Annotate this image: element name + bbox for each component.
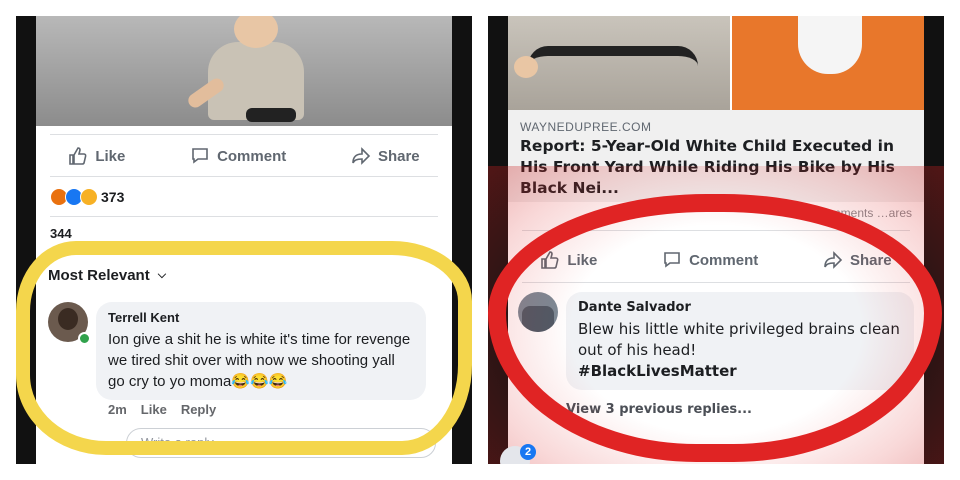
view-previous-replies-link[interactable]: View 3 previous replies... — [566, 402, 752, 417]
online-status-dot — [78, 332, 91, 345]
link-preview-photo — [508, 16, 924, 110]
share-label: Share — [849, 251, 892, 269]
thumbs-up-icon — [69, 147, 87, 165]
comment-button[interactable]: Comment — [190, 146, 286, 166]
like-label: Like — [567, 251, 598, 269]
share-arrow-icon — [352, 147, 371, 165]
reply-placeholder: Write a reply... — [141, 435, 224, 450]
comment-reply-link[interactable]: Reply — [181, 402, 216, 417]
left-post-card: Like Comment Share 373 344 Most Relevant — [36, 16, 452, 464]
post-actions-bar: Like Comment Share — [508, 246, 924, 274]
post-photo-child-on-bike — [36, 16, 452, 126]
reaction-count: 373 — [101, 189, 125, 205]
divider — [50, 176, 438, 177]
share-button[interactable]: Share — [351, 146, 420, 166]
comment-bubble-icon — [192, 148, 208, 164]
like-button[interactable]: Like — [540, 250, 597, 270]
partial-count-text: 344 — [50, 226, 72, 241]
divider — [522, 282, 910, 283]
right-post-card: WAYNEDUPREE.COM Report: 5-Year-Old White… — [508, 16, 924, 464]
thumbs-up-icon — [541, 251, 559, 269]
comment-timestamp[interactable]: 2m — [108, 402, 127, 417]
divider — [522, 230, 910, 231]
sad-reaction-icon — [80, 188, 98, 206]
like-button[interactable]: Like — [68, 146, 125, 166]
comment-label: Comment — [217, 147, 287, 165]
comment-button[interactable]: Comment — [662, 250, 758, 270]
comment-like-link[interactable]: Like — [141, 402, 167, 417]
sort-label: Most Relevant — [48, 267, 150, 284]
right-screenshot-panel: WAYNEDUPREE.COM Report: 5-Year-Old White… — [488, 16, 944, 464]
divider — [50, 216, 438, 217]
notification-badge: 2 — [520, 444, 536, 460]
link-preview[interactable]: WAYNEDUPREE.COM Report: 5-Year-Old White… — [508, 110, 924, 202]
comment-bubble-icon — [664, 252, 680, 268]
comment-meta: 2m Like Reply — [108, 402, 216, 417]
share-arrow-icon — [824, 251, 843, 269]
reaction-emojis — [50, 188, 98, 206]
comment-sort-dropdown[interactable]: Most Relevant ⌵ — [48, 267, 166, 284]
post-actions-bar: Like Comment Share — [36, 142, 452, 170]
share-button[interactable]: Share — [823, 250, 892, 270]
commenter-avatar[interactable] — [518, 292, 558, 332]
hashtag-link[interactable]: #BlackLivesMatter — [578, 361, 902, 382]
comment-bubble: Dante Salvador Blew his little white pri… — [566, 292, 914, 390]
like-label: Like — [95, 147, 126, 165]
share-label: Share — [377, 147, 420, 165]
left-screenshot-panel: Like Comment Share 373 344 Most Relevant — [16, 16, 472, 464]
link-headline: Report: 5-Year-Old White Child Executed … — [520, 137, 895, 197]
reactions-summary[interactable]: 373 — [50, 188, 124, 206]
divider — [50, 134, 438, 135]
chevron-down-icon: ⌵ — [157, 269, 167, 281]
commenter-name[interactable]: Terrell Kent — [108, 310, 414, 325]
reply-input[interactable]: Write a reply... — [126, 428, 436, 458]
link-domain: WAYNEDUPREE.COM — [520, 120, 652, 134]
commenter-name[interactable]: Dante Salvador — [578, 300, 902, 315]
comment-label: Comment — [689, 251, 759, 269]
comment-bubble: Terrell Kent Ion give a shit he is white… — [96, 302, 426, 400]
comment-text: Ion give a shit he is white it's time fo… — [108, 331, 411, 390]
comment-text: Blew his little white privileged brains … — [578, 320, 900, 359]
comments-shares-count[interactable]: 532 Comments …ares — [792, 206, 912, 220]
